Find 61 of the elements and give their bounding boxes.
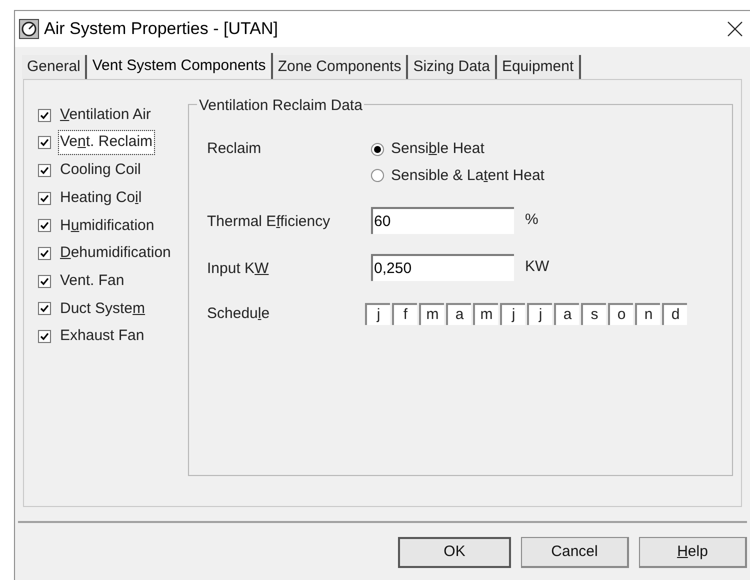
checkbox[interactable]	[38, 274, 51, 288]
close-icon[interactable]	[727, 21, 743, 37]
checkbox-label[interactable]: Humidification	[59, 214, 156, 237]
checkbox-label[interactable]: Dehumidification	[59, 242, 172, 265]
month-button[interactable]: d	[662, 303, 687, 325]
efficiency-label: Thermal Efficiency	[207, 212, 332, 232]
month-button[interactable]: j	[527, 303, 552, 325]
dialog-button[interactable]: Help	[639, 537, 747, 568]
checkmark-icon	[40, 110, 49, 120]
month-button[interactable]: f	[392, 303, 417, 325]
window-title: Air System Properties - [UTAN]	[44, 18, 278, 40]
checkmark-icon	[40, 304, 49, 314]
radio-label[interactable]: Sensible Heat	[391, 138, 484, 160]
tab[interactable]: Equipment	[496, 55, 581, 79]
radio-button[interactable]	[371, 142, 384, 156]
checkmark-icon	[40, 276, 49, 286]
reclaim-label: Reclaim	[207, 139, 262, 159]
checkmark-icon	[40, 248, 49, 258]
checkbox[interactable]	[38, 330, 51, 343]
input-kw-label: Input KW	[207, 259, 270, 279]
checkmark-icon	[40, 332, 49, 341]
dialog-button[interactable]: Cancel	[521, 537, 629, 568]
checkbox[interactable]	[38, 246, 51, 260]
tab[interactable]: General	[22, 55, 88, 79]
month-button[interactable]: m	[473, 303, 498, 325]
tab[interactable]: Sizing Data	[408, 55, 497, 79]
month-button[interactable]: j	[365, 303, 390, 325]
month-button[interactable]: a	[446, 303, 471, 325]
percent-unit: %	[525, 210, 538, 230]
kw-unit: KW	[525, 257, 550, 277]
app-icon	[19, 19, 39, 39]
checkbox-label[interactable]: Vent. Fan	[59, 270, 126, 292]
checkbox[interactable]	[38, 302, 51, 316]
dialog-button[interactable]: OK	[398, 537, 511, 568]
month-button[interactable]: o	[608, 303, 633, 325]
checkbox[interactable]	[38, 164, 51, 177]
checkbox-label[interactable]: Ventilation Air	[59, 104, 152, 126]
month-button[interactable]: n	[635, 303, 660, 325]
efficiency-field[interactable]: 60	[371, 207, 514, 234]
checkbox[interactable]	[38, 108, 51, 122]
radio-label[interactable]: Sensible & Latent Heat	[391, 164, 544, 187]
month-button[interactable]: a	[554, 303, 579, 325]
checkbox-label[interactable]: Duct System	[59, 298, 146, 320]
checkbox-label[interactable]: Exhaust Fan	[59, 325, 146, 348]
checkbox-label[interactable]: Vent. Reclaim	[59, 131, 154, 154]
checkbox[interactable]	[38, 219, 51, 232]
input-kw-field[interactable]: 0,250	[371, 254, 514, 281]
checkmark-icon	[40, 166, 49, 175]
checkbox[interactable]	[38, 192, 51, 205]
checkmark-icon	[40, 194, 49, 203]
radio-button[interactable]	[371, 169, 384, 182]
month-button[interactable]: m	[419, 303, 444, 325]
schedule-label: Schedule	[207, 304, 271, 324]
checkmark-icon	[40, 221, 49, 230]
month-button[interactable]: j	[500, 303, 525, 325]
checkbox[interactable]	[38, 136, 51, 150]
checkbox-label[interactable]: Heating Coil	[59, 186, 143, 210]
checkmark-icon	[40, 138, 49, 148]
checkbox-label[interactable]: Cooling Coil	[59, 159, 142, 182]
month-button[interactable]: s	[581, 303, 606, 325]
tab[interactable]: Zone Components	[272, 55, 408, 79]
